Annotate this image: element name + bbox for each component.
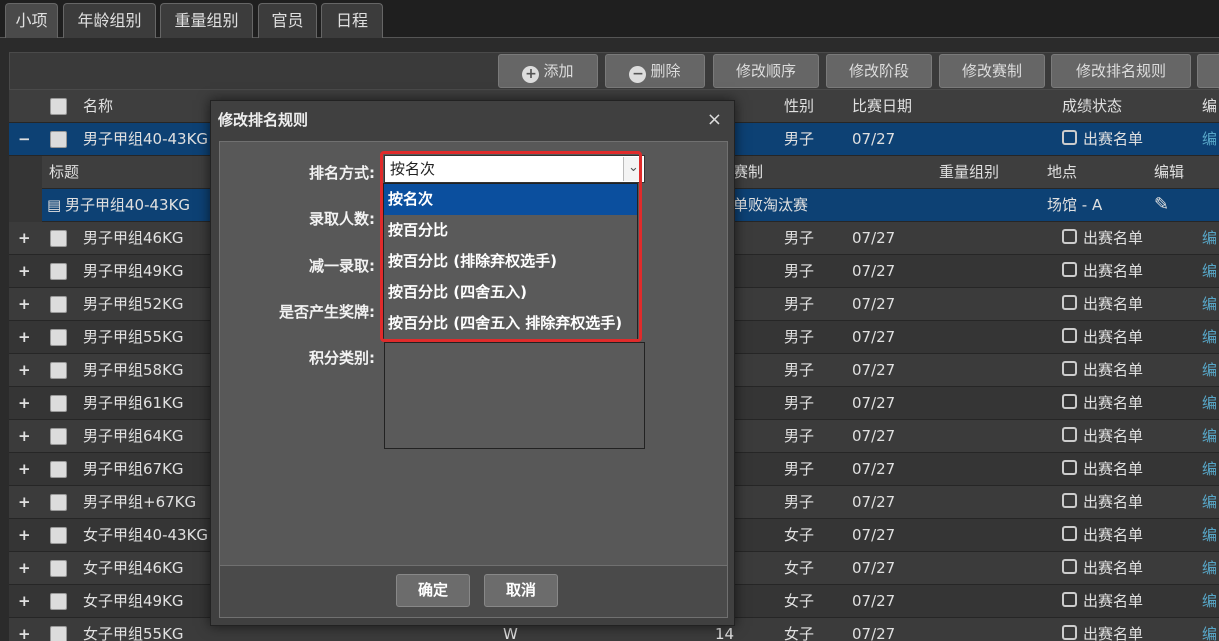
label-minus-one: 减一录取:: [309, 257, 375, 275]
cancel-button[interactable]: 取消: [484, 574, 558, 607]
label-points-category: 积分类别:: [309, 349, 375, 367]
confirm-button[interactable]: 确定: [396, 574, 470, 607]
option-percent-rounded[interactable]: 按百分比 (四舍五入): [384, 277, 637, 308]
option-by-rank[interactable]: 按名次: [384, 184, 637, 215]
chevron-down-icon[interactable]: ⌄: [623, 157, 643, 181]
ranking-method-dropdown: 按名次 按百分比 按百分比 (排除弃权选手) 按百分比 (四舍五入) 按百分比 …: [383, 183, 638, 340]
ranking-method-select[interactable]: 按名次 ⌄: [384, 155, 645, 183]
dialog-title: 修改排名规则: [218, 111, 309, 129]
option-percent-rounded-excl-forfeit[interactable]: 按百分比 (四舍五入 排除弃权选手): [384, 308, 637, 339]
option-percent-excl-forfeit[interactable]: 按百分比 (排除弃权选手): [384, 246, 637, 277]
dialog-footer: 确定 取消: [219, 566, 728, 618]
points-category-list[interactable]: [384, 342, 645, 449]
label-ranking-method: 排名方式:: [309, 164, 375, 182]
ranking-rule-dialog: 修改排名规则 × 排名方式: 录取人数: 减一录取: 是否产生奖牌: 积分类别:…: [210, 100, 735, 626]
dialog-overlay: 修改排名规则 × 排名方式: 录取人数: 减一录取: 是否产生奖牌: 积分类别:…: [0, 0, 1219, 641]
label-admit-count: 录取人数:: [309, 210, 375, 228]
option-by-percent[interactable]: 按百分比: [384, 215, 637, 246]
close-icon[interactable]: ×: [707, 101, 722, 139]
label-medal: 是否产生奖牌:: [279, 303, 375, 321]
